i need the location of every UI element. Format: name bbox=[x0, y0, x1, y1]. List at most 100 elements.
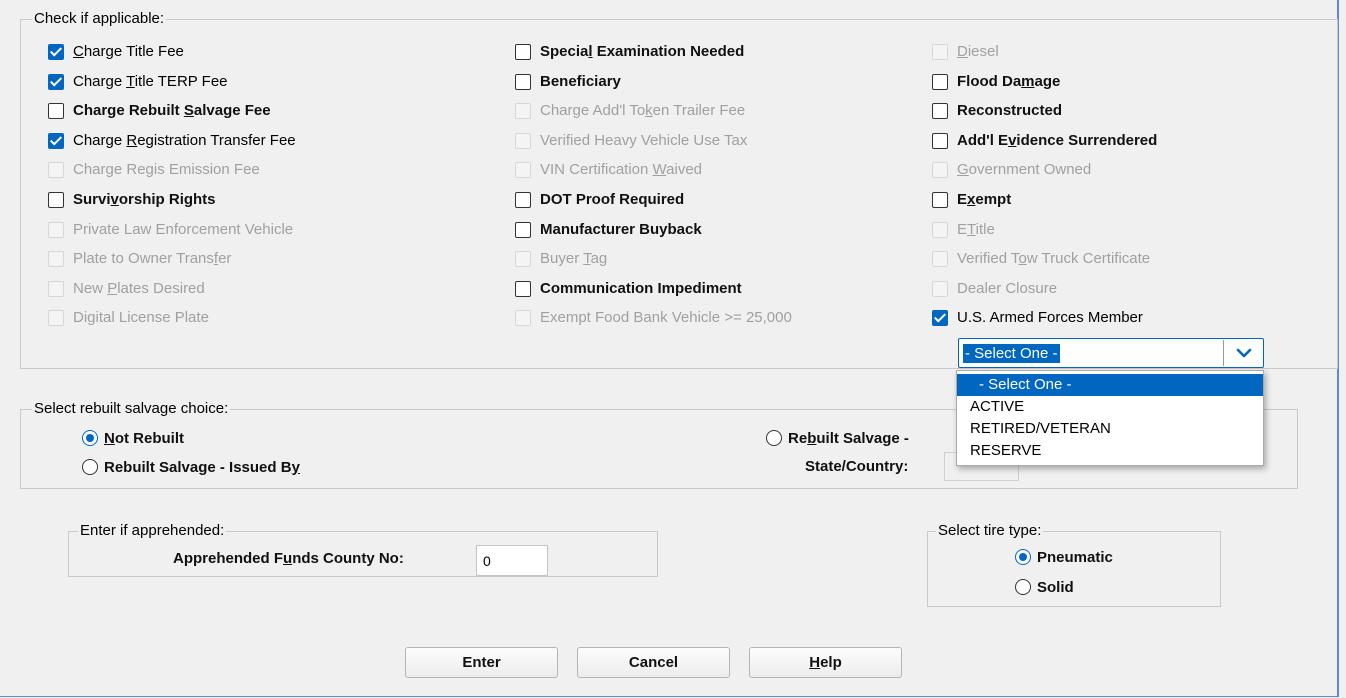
cancel-button[interactable]: Cancel bbox=[577, 647, 730, 678]
radio-button-icon bbox=[82, 430, 98, 446]
checkbox-add-l-evidence-surrendered[interactable]: Add'l Evidence Surrendered bbox=[932, 131, 1157, 151]
checkbox-label: Dealer Closure bbox=[957, 279, 1058, 297]
checkbox-charge-title-terp-fee[interactable]: Charge Title TERP Fee bbox=[48, 72, 228, 92]
checkbox-private-law-enforcement-vehicle: Private Law Enforcement Vehicle bbox=[48, 220, 293, 240]
checkbox-icon bbox=[932, 280, 948, 297]
armed-forces-status-dropdown: - Select One - ACTIVE RETIRED/VETERAN RE… bbox=[956, 370, 1264, 466]
checkbox-verified-tow-truck-certificate: Verified Tow Truck Certificate bbox=[932, 249, 1150, 269]
radio-label: Pneumatic bbox=[1037, 548, 1113, 566]
checkbox-new-plates-desired: New Plates Desired bbox=[48, 279, 205, 299]
checkbox-communication-impediment[interactable]: Communication Impediment bbox=[515, 279, 742, 299]
checkbox-checked-icon bbox=[48, 73, 64, 90]
checkbox-label: Manufacturer Buyback bbox=[540, 220, 702, 238]
checkbox-label: Verified Heavy Vehicle Use Tax bbox=[540, 131, 748, 149]
checkbox-icon bbox=[48, 221, 64, 238]
checkbox-etitle: ETitle bbox=[932, 220, 995, 240]
help-button[interactable]: Help bbox=[749, 647, 902, 678]
checkbox-label: Digital License Plate bbox=[73, 309, 209, 327]
checkbox-icon bbox=[515, 192, 531, 208]
checkbox-label: Verified Tow Truck Certificate bbox=[957, 250, 1151, 268]
checkbox-label: ETitle bbox=[957, 220, 995, 238]
checkbox-label: Beneficiary bbox=[540, 72, 621, 90]
radio-button-icon bbox=[766, 430, 782, 446]
checkbox-icon bbox=[932, 192, 948, 208]
checkbox-exempt[interactable]: Exempt bbox=[932, 190, 1011, 210]
checkbox-checked-icon bbox=[48, 132, 64, 149]
checkbox-icon bbox=[515, 280, 531, 297]
apprehended-funds-label: Apprehended Funds County No: bbox=[173, 550, 404, 567]
checkbox-charge-registration-transfer-fee[interactable]: Charge Registration Transfer Fee bbox=[48, 131, 296, 151]
checkbox-icon bbox=[48, 103, 64, 120]
enter-button[interactable]: Enter bbox=[405, 647, 558, 678]
checkbox-label: Government Owned bbox=[957, 161, 1092, 179]
checkbox-flood-damage[interactable]: Flood Damage bbox=[932, 72, 1060, 92]
radio-not-rebuilt[interactable]: Not Rebuilt bbox=[82, 428, 184, 448]
checkbox-reconstructed[interactable]: Reconstructed bbox=[932, 101, 1062, 121]
state-country-label: State/Country: bbox=[805, 458, 909, 475]
apprehended-funds-county-input[interactable]: 0 bbox=[476, 545, 548, 576]
radio-rebuilt-salvage-issued-by[interactable]: Rebuilt Salvage - Issued By bbox=[82, 457, 300, 477]
checkbox-icon bbox=[48, 192, 64, 208]
checkbox-plate-to-owner-transfer: Plate to Owner Transfer bbox=[48, 249, 231, 269]
checkbox-charge-regis-emission-fee: Charge Regis Emission Fee bbox=[48, 160, 260, 180]
radio-rebuilt-salvage[interactable]: Rebuilt Salvage - bbox=[766, 428, 909, 448]
armed-forces-status-value: - Select One - bbox=[963, 344, 1060, 363]
radio-label: Rebuilt Salvage - Issued By bbox=[104, 458, 300, 476]
checkbox-checked-icon bbox=[48, 44, 64, 60]
checkbox-dealer-closure: Dealer Closure bbox=[932, 279, 1057, 299]
checkbox-label: Survivorship Rights bbox=[73, 191, 216, 208]
checkbox-label: Diesel bbox=[957, 43, 999, 60]
checkbox-label: Special Examination Needed bbox=[540, 43, 745, 60]
radio-button-icon bbox=[82, 459, 98, 475]
radio-label: Rebuilt Salvage - bbox=[788, 429, 909, 447]
checkbox-vin-certification-waived: VIN Certification Waived bbox=[515, 160, 702, 180]
checkbox-label: Communication Impediment bbox=[540, 279, 742, 297]
tire-type-group bbox=[927, 531, 1221, 607]
chevron-down-icon[interactable] bbox=[1224, 339, 1263, 367]
checkbox-dot-proof-required[interactable]: DOT Proof Required bbox=[515, 190, 684, 210]
checkbox-label: Add'l Evidence Surrendered bbox=[957, 131, 1158, 149]
checkbox-icon bbox=[932, 73, 948, 90]
checkbox-icon bbox=[48, 280, 64, 297]
checkbox-label: U.S. Armed Forces Member bbox=[957, 309, 1143, 327]
checkbox-survivorship-rights[interactable]: Survivorship Rights bbox=[48, 190, 216, 210]
checkbox-icon bbox=[48, 310, 64, 327]
dropdown-option-retired-veteran[interactable]: RETIRED/VETERAN bbox=[957, 418, 1263, 440]
checkbox-icon bbox=[932, 251, 948, 268]
armed-forces-status-select[interactable]: - Select One - bbox=[958, 338, 1264, 368]
checkbox-label: DOT Proof Required bbox=[540, 191, 685, 208]
checkbox-charge-rebuilt-salvage-fee[interactable]: Charge Rebuilt Salvage Fee bbox=[48, 101, 271, 121]
checkbox-u-s-armed-forces-member[interactable]: U.S. Armed Forces Member bbox=[932, 308, 1143, 328]
checkbox-beneficiary[interactable]: Beneficiary bbox=[515, 72, 621, 92]
checkbox-diesel: Diesel bbox=[932, 42, 999, 62]
checkbox-label: Exempt bbox=[957, 191, 1012, 208]
checkbox-verified-heavy-vehicle-use-tax: Verified Heavy Vehicle Use Tax bbox=[515, 131, 747, 151]
radio-label: Not Rebuilt bbox=[104, 429, 184, 447]
checkbox-charge-title-fee[interactable]: Charge Title Fee bbox=[48, 42, 184, 62]
radio-pneumatic[interactable]: Pneumatic bbox=[1015, 547, 1113, 567]
checkbox-buyer-tag: Buyer Tag bbox=[515, 249, 607, 269]
radio-solid[interactable]: Solid bbox=[1015, 577, 1074, 597]
dropdown-option-active[interactable]: ACTIVE bbox=[957, 396, 1263, 418]
checkbox-label: Charge Title Fee bbox=[73, 43, 184, 60]
checkbox-label: Charge Rebuilt Salvage Fee bbox=[73, 102, 271, 120]
checkbox-label: Charge Title TERP Fee bbox=[73, 72, 228, 90]
dropdown-option-reserve[interactable]: RESERVE bbox=[957, 440, 1263, 462]
checkbox-digital-license-plate: Digital License Plate bbox=[48, 308, 209, 328]
checkbox-icon bbox=[515, 221, 531, 238]
checkbox-label: Flood Damage bbox=[957, 72, 1061, 90]
checkbox-exempt-food-bank-vehicle-25-000: Exempt Food Bank Vehicle >= 25,000 bbox=[515, 308, 792, 328]
apprehended-legend: Enter if apprehended: bbox=[78, 522, 227, 539]
radio-button-icon bbox=[1015, 549, 1031, 565]
checkbox-icon bbox=[515, 103, 531, 120]
radio-button-icon bbox=[1015, 579, 1031, 595]
tire-type-legend: Select tire type: bbox=[936, 522, 1044, 539]
checkbox-special-examination-needed[interactable]: Special Examination Needed bbox=[515, 42, 744, 62]
checkbox-label: VIN Certification Waived bbox=[540, 161, 703, 179]
checkbox-icon bbox=[515, 310, 531, 327]
checkbox-icon bbox=[515, 162, 531, 179]
checkbox-icon bbox=[932, 221, 948, 238]
checkbox-icon bbox=[515, 44, 531, 60]
checkbox-manufacturer-buyback[interactable]: Manufacturer Buyback bbox=[515, 220, 702, 240]
dropdown-option-select-one[interactable]: - Select One - bbox=[957, 374, 1263, 396]
